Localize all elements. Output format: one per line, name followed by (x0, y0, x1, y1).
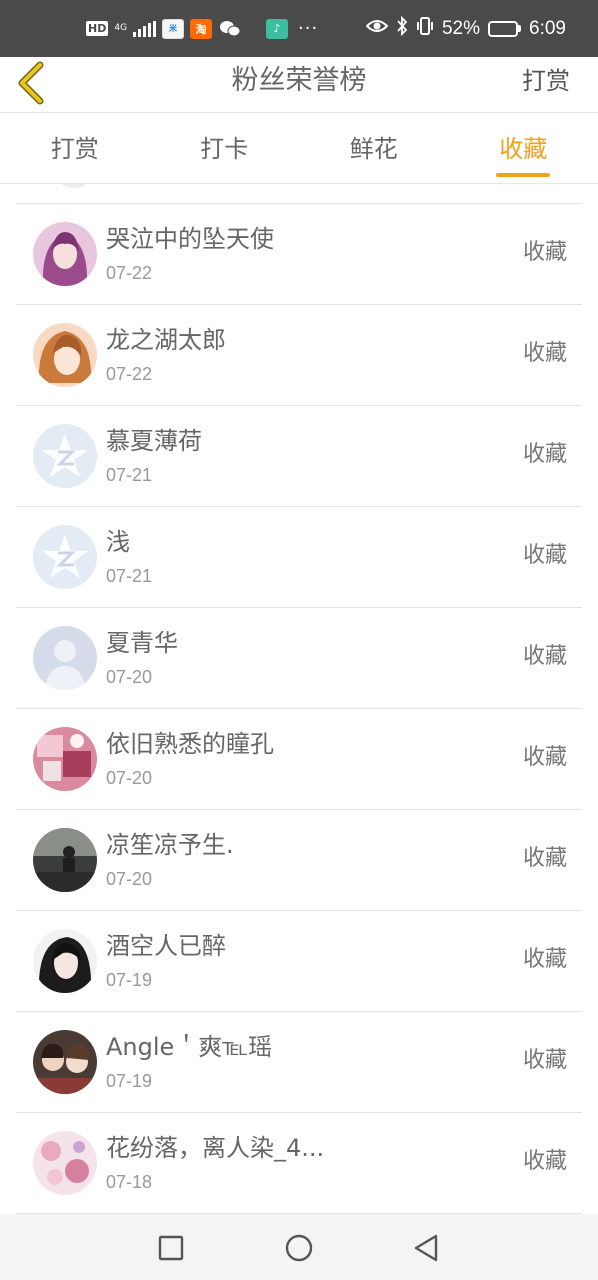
avatar (33, 828, 97, 892)
eye-comfort-icon (365, 18, 389, 40)
bluetooth-icon (396, 15, 408, 42)
tab-bar: 打赏 打卡 鲜花 收藏 (0, 113, 598, 184)
avatar (33, 1030, 97, 1094)
status-bar-right: 52% 6:09 (365, 0, 566, 57)
avatar (33, 323, 97, 387)
list-item[interactable]: 夏青华 07-20 收藏 (16, 608, 582, 709)
fan-action-label: 收藏 (522, 240, 567, 265)
fan-name: 哭泣中的坠天使 (106, 225, 274, 253)
list-item[interactable]: 慕夏薄荷 07-21 收藏 (16, 406, 582, 507)
fan-list[interactable]: 哭泣中的坠天使 07-22 收藏 龙之湖太郎 07-22 收藏 慕夏薄荷 07-… (0, 184, 598, 1214)
recent-apps-button[interactable] (151, 1228, 191, 1268)
avatar (52, 184, 96, 188)
fan-name: 依旧熟悉的瞳孔 (106, 730, 274, 758)
tab-flowers[interactable]: 鲜花 (299, 113, 449, 183)
list-item[interactable]: Angle＇爽℡瑶 07-19 收藏 (16, 1012, 582, 1113)
fan-action-label: 收藏 (522, 442, 567, 467)
fan-date: 07-19 (106, 1071, 153, 1091)
fan-action-label: 收藏 (522, 1149, 567, 1174)
fan-name: 凉笙凉予生. (106, 831, 234, 859)
wechat-icon (218, 19, 242, 39)
list-item[interactable]: 浅 07-21 收藏 (16, 507, 582, 608)
fan-name: 花纷落，离人染_4... (106, 1134, 325, 1162)
tab-favorites[interactable]: 收藏 (449, 113, 598, 183)
taobao-icon: 淘 (190, 18, 213, 39)
title-bar: 粉丝荣誉榜 打赏 (0, 57, 598, 113)
page-title: 粉丝荣誉榜 (231, 65, 367, 96)
list-item[interactable]: 花纷落，离人染_4... 07-18 收藏 (16, 1113, 582, 1214)
list-item[interactable]: 酒空人已醉 07-19 收藏 (16, 911, 582, 1012)
hd-badge: HD (86, 21, 109, 36)
home-button[interactable] (279, 1228, 319, 1268)
list-item-partial (16, 184, 582, 204)
fan-name: Angle＇爽℡瑶 (106, 1033, 273, 1061)
network-type: 4G (114, 23, 128, 33)
list-item[interactable]: 依旧熟悉的瞳孔 07-20 收藏 (16, 709, 582, 810)
fan-name: 浅 (106, 528, 130, 556)
fan-name: 夏青华 (106, 629, 178, 657)
list-item[interactable]: 哭泣中的坠天使 07-22 收藏 (16, 204, 582, 305)
fan-action-label: 收藏 (522, 644, 567, 669)
avatar (33, 424, 97, 488)
fan-date: 07-22 (106, 263, 153, 283)
fan-date: 07-21 (106, 566, 153, 586)
xiaomi-store-icon: 米 (162, 18, 185, 39)
fan-action-label: 收藏 (522, 1048, 567, 1073)
fan-action-label: 收藏 (522, 341, 567, 366)
avatar (33, 727, 97, 791)
fan-action-label: 收藏 (522, 543, 567, 568)
fan-date: 07-22 (106, 364, 153, 384)
signal-icon (133, 20, 157, 37)
game-app-icon: ♪ (266, 18, 289, 39)
battery-percent: 52% (441, 17, 481, 39)
fan-date: 07-18 (106, 1172, 153, 1192)
avatar (33, 1131, 97, 1195)
tab-reward[interactable]: 打赏 (0, 113, 150, 183)
triangle-back-icon (414, 1234, 438, 1262)
fan-date: 07-20 (106, 667, 153, 687)
battery-icon (488, 20, 522, 37)
reward-button[interactable]: 打赏 (522, 61, 570, 101)
avatar (33, 222, 97, 286)
fan-date: 07-20 (106, 768, 153, 788)
avatar (33, 929, 97, 993)
system-nav-bar (0, 1214, 598, 1280)
clock: 6:09 (529, 17, 566, 39)
list-item[interactable]: 凉笙凉予生. 07-20 收藏 (16, 810, 582, 911)
tab-checkin[interactable]: 打卡 (150, 113, 300, 183)
fan-name: 慕夏薄荷 (106, 427, 202, 455)
avatar (33, 626, 97, 690)
fan-action-label: 收藏 (522, 947, 567, 972)
avatar (33, 525, 97, 589)
fan-date: 07-21 (106, 465, 153, 485)
fan-name: 酒空人已醉 (106, 932, 226, 960)
fan-date: 07-20 (106, 869, 153, 889)
back-nav-button[interactable] (406, 1228, 446, 1268)
more-notifications-icon: ··· (298, 18, 319, 39)
fan-action-label: 收藏 (522, 745, 567, 770)
status-bar-left: HD 4G 米 淘 ♪ ··· (86, 0, 318, 57)
list-item[interactable]: 龙之湖太郎 07-22 收藏 (16, 305, 582, 406)
fan-date: 07-19 (106, 970, 153, 990)
fan-action-label: 收藏 (522, 846, 567, 871)
status-bar: HD 4G 米 淘 ♪ ··· 52% 6:09 (0, 0, 598, 57)
circle-icon (285, 1234, 313, 1262)
square-icon (158, 1235, 184, 1261)
fan-name: 龙之湖太郎 (106, 326, 226, 354)
vibrate-icon (416, 16, 434, 42)
